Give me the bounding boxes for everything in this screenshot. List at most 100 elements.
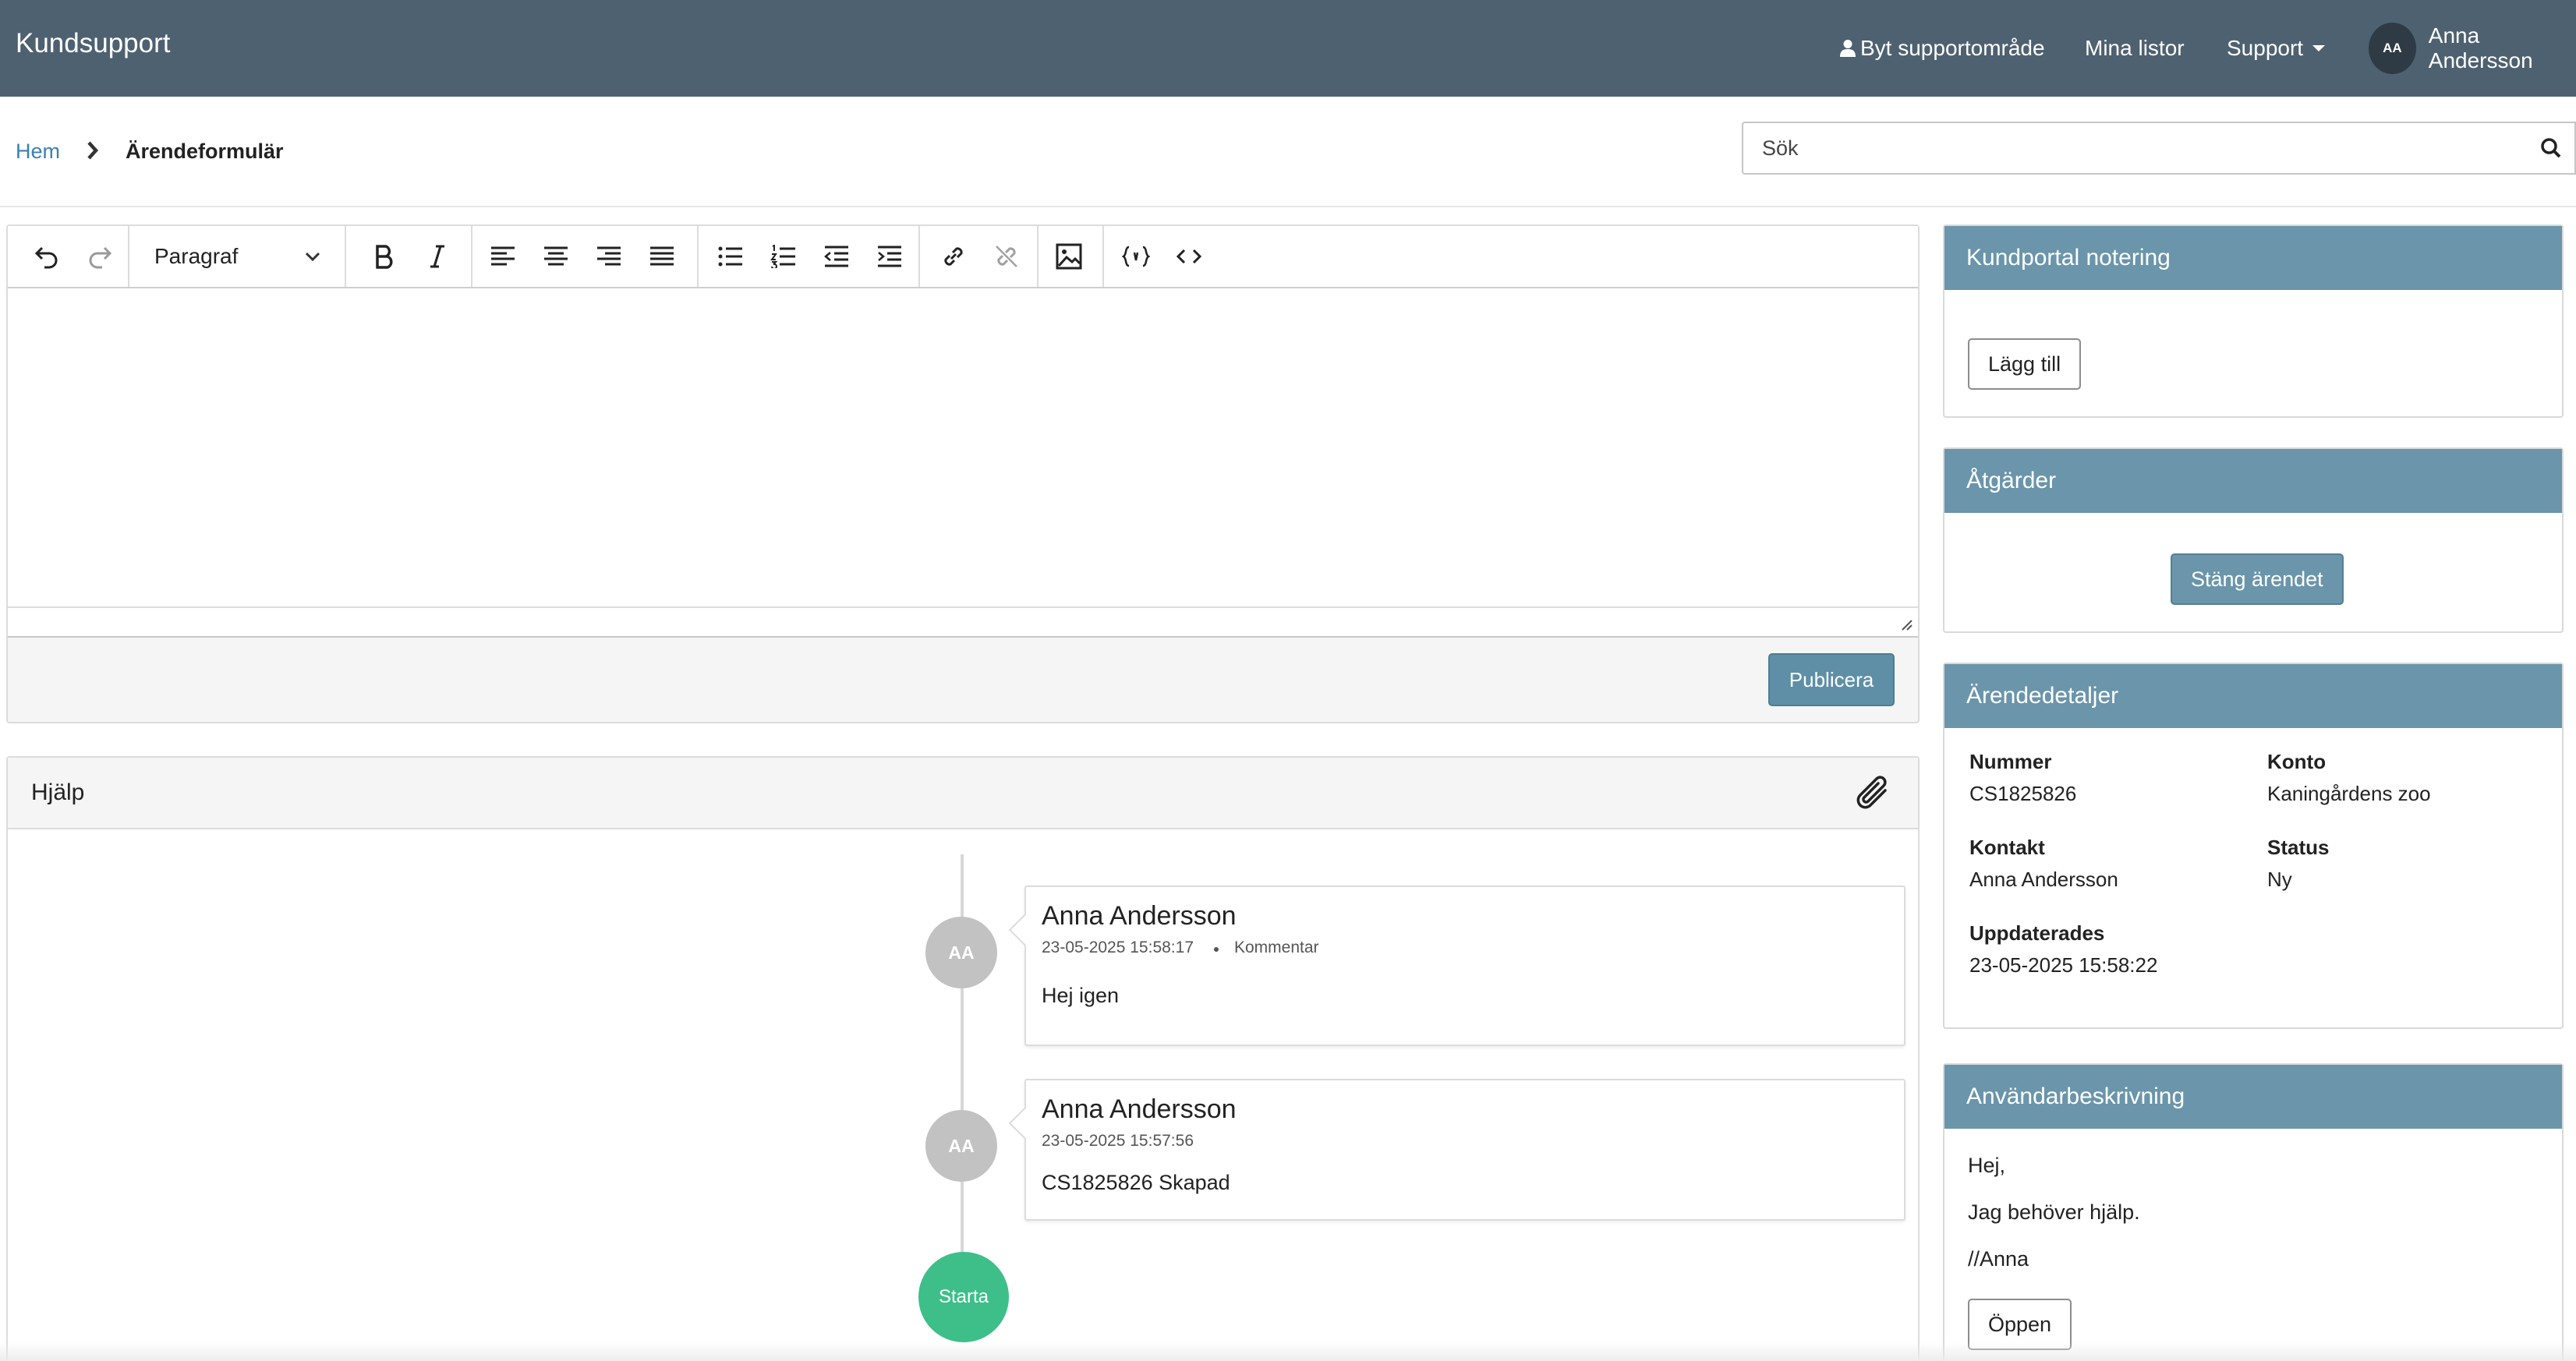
redo-button[interactable] — [75, 226, 125, 287]
toolbar-divider — [697, 226, 699, 287]
block-format-value: Paragraf — [154, 244, 239, 268]
my-lists-link[interactable]: Mina listor — [2085, 0, 2185, 97]
entry-meta: 23-05-2025 15:58:17 Kommentar — [1042, 939, 1319, 957]
avatar: AA — [2369, 23, 2416, 74]
resize-handle-icon[interactable] — [1899, 617, 1913, 631]
bold-icon — [376, 245, 393, 269]
code-sample-icon — [1122, 246, 1150, 267]
support-dropdown[interactable]: Support — [2227, 0, 2333, 97]
entry-author: Anna Andersson — [1042, 1094, 1237, 1124]
help-timeline-card: Hjälp AA Anna Andersson 23-05-2025 15:58… — [6, 756, 1920, 1361]
outdent-button[interactable] — [811, 226, 862, 287]
caret-down-icon — [2312, 45, 2326, 51]
bullet-list-icon — [718, 246, 742, 267]
add-note-button[interactable]: Lägg till — [1968, 338, 2082, 390]
search-button[interactable] — [2528, 122, 2576, 175]
entry-body: Hej igen — [1042, 984, 1120, 1007]
undo-button[interactable] — [22, 226, 72, 287]
italic-icon — [430, 245, 444, 268]
comment-editor-card: Paragraf Publicera — [6, 224, 1920, 723]
detail-value: CS1825826 — [1969, 782, 2077, 805]
search-icon — [2541, 138, 2561, 158]
description-line: Hej, — [1968, 1154, 2006, 1177]
align-center-icon — [544, 246, 568, 266]
app-title[interactable]: Kundsupport — [16, 28, 170, 59]
editor-content-area[interactable] — [8, 288, 1918, 606]
publish-button[interactable]: Publicera — [1768, 653, 1895, 706]
meta-separator — [1214, 947, 1219, 952]
insert-image-button[interactable] — [1043, 226, 1095, 287]
description-line: //Anna — [1968, 1247, 2029, 1271]
help-header: Hjälp — [8, 758, 1918, 829]
rich-text-editor: Paragraf — [8, 226, 1918, 638]
user-menu[interactable]: AA Anna Andersson — [2369, 0, 2576, 97]
bottom-fade — [0, 1342, 2576, 1361]
timeline-avatar: AA — [925, 1110, 997, 1182]
detail-label: Status — [2267, 836, 2330, 859]
outdent-icon — [824, 246, 848, 267]
toolbar-divider — [345, 226, 346, 287]
numbered-list-icon — [770, 245, 795, 268]
panel-title: Ärendedetaljer — [1944, 664, 2562, 728]
detail-label: Konto — [2267, 750, 2327, 773]
detail-status: Status Ny — [2267, 836, 2329, 892]
italic-button[interactable] — [412, 226, 463, 287]
breadcrumb-current: Ärendeformulär — [126, 140, 284, 163]
indent-icon — [878, 246, 901, 267]
toolbar-divider — [1102, 226, 1104, 287]
align-right-button[interactable] — [583, 226, 635, 287]
insert-link-button[interactable] — [928, 226, 979, 287]
undo-icon — [34, 246, 58, 269]
user-name: Anna Andersson — [2428, 23, 2533, 72]
chevron-down-icon — [305, 252, 320, 262]
remove-link-button[interactable] — [981, 226, 1032, 287]
bold-button[interactable] — [359, 226, 410, 287]
block-format-select[interactable]: Paragraf — [128, 226, 338, 287]
indent-button[interactable] — [864, 226, 915, 287]
breadcrumb-home-link[interactable]: Hem — [16, 140, 60, 164]
align-right-icon — [597, 246, 621, 266]
align-justify-icon — [650, 246, 674, 266]
source-code-icon — [1176, 249, 1202, 264]
editor-statusbar — [8, 606, 1918, 636]
toolbar-divider — [918, 226, 920, 287]
detail-value: 23-05-2025 15:58:22 — [1969, 953, 2158, 977]
source-code-button[interactable] — [1163, 226, 1215, 287]
close-case-button[interactable]: Stäng ärendet — [2171, 553, 2344, 605]
portal-note-panel: Kundportal notering Lägg till — [1943, 224, 2564, 418]
image-icon — [1056, 243, 1082, 270]
toolbar-divider — [471, 226, 472, 287]
editor-toolbar: Paragraf — [8, 226, 1918, 288]
timeline-start-marker: Starta — [918, 1252, 1009, 1342]
entry-author: Anna Andersson — [1042, 901, 1237, 931]
align-left-icon — [491, 246, 515, 266]
align-center-button[interactable] — [530, 226, 582, 287]
timeline-entry: Anna Andersson 23-05-2025 15:58:17 Komme… — [1024, 886, 1905, 1046]
user-description-panel: Användarbeskrivning Hej, Jag behöver hjä… — [1943, 1063, 2564, 1361]
detail-label: Nummer — [1969, 750, 2052, 773]
code-sample-button[interactable] — [1110, 226, 1162, 287]
breadcrumb: Hem Ärendeformulär — [0, 97, 2576, 207]
entry-time: 23-05-2025 15:57:56 — [1042, 1132, 1194, 1150]
bullet-list-button[interactable] — [705, 226, 756, 287]
description-line: Jag behöver hjälp. — [1968, 1200, 2140, 1224]
align-left-button[interactable] — [477, 226, 529, 287]
switch-support-area-link[interactable]: Byt supportområde — [1840, 0, 2045, 97]
timeline-line — [961, 854, 964, 1260]
timeline-entry: Anna Andersson 23-05-2025 15:57:56 CS182… — [1024, 1079, 1905, 1221]
numbered-list-button[interactable] — [758, 226, 809, 287]
detail-label: Kontakt — [1969, 836, 2045, 859]
search-input[interactable] — [1742, 122, 2529, 175]
switch-support-area-label: Byt supportområde — [1860, 36, 2045, 60]
entry-type: Kommentar — [1234, 939, 1319, 956]
link-icon — [944, 247, 963, 266]
paperclip-icon[interactable] — [1851, 772, 1895, 815]
panel-title: Användarbeskrivning — [1944, 1065, 2562, 1129]
align-justify-button[interactable] — [636, 226, 688, 287]
help-title: Hjälp — [31, 779, 85, 805]
toolbar-divider — [1037, 226, 1039, 287]
detail-label: Uppdaterades — [1969, 921, 2105, 945]
entry-meta: 23-05-2025 15:57:56 — [1042, 1132, 1194, 1151]
user-icon — [1840, 40, 1856, 57]
timeline-avatar: AA — [925, 917, 997, 988]
